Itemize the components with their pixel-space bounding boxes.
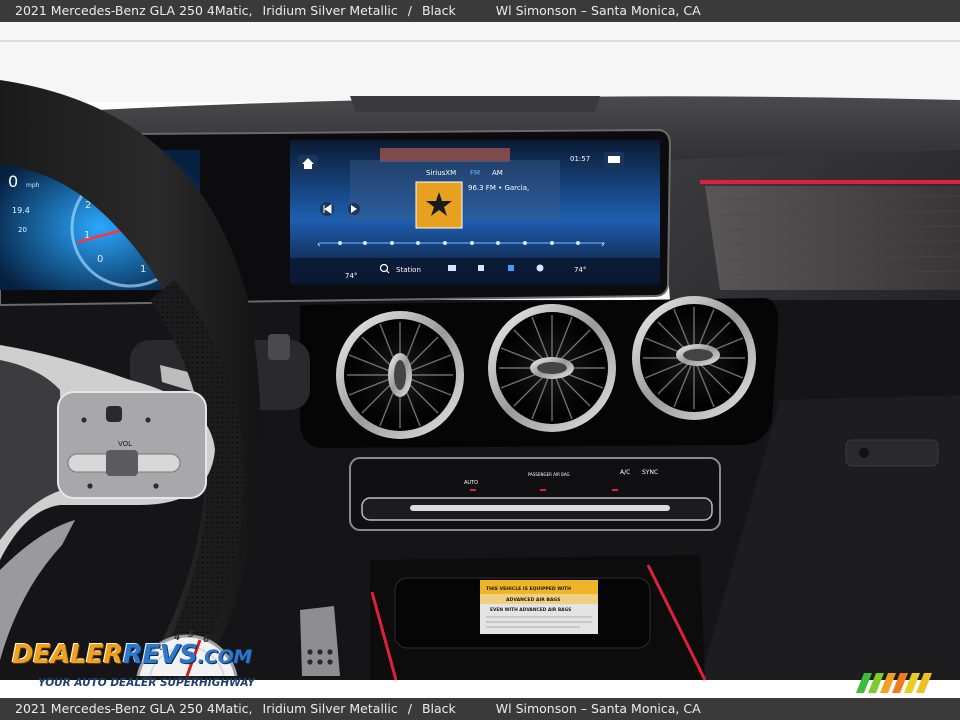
climate-control-panel[interactable]: [349, 457, 721, 531]
station-button[interactable]: Station: [396, 266, 421, 274]
sound-icon[interactable]: [478, 265, 484, 271]
caption-separator: /: [407, 3, 412, 18]
caption-color: Iridium Silver Metallic: [262, 3, 398, 18]
cluster-small-readout: 20: [18, 226, 27, 234]
caption-bar-bottom: 2021 Mercedes-Benz GLA 250 4Matic, Iridi…: [0, 698, 960, 720]
cluster-odometer: 19.4: [12, 206, 30, 215]
caption-separator-bottom: /: [407, 701, 412, 716]
car-interior-photo: 2 1 0 1 0 mph 19.4 20 ‹ › 01:57 SiriusXM…: [0, 22, 960, 681]
sync-button[interactable]: SYNC: [642, 469, 658, 476]
cluster-unit: mph: [26, 182, 40, 189]
airbag-label-line2: ADVANCED AIR BAGS: [506, 597, 560, 603]
caption-interior-bottom: Black: [421, 701, 456, 716]
home-icon[interactable]: [298, 155, 318, 171]
temp-left: 74°: [345, 272, 357, 280]
svg-text:›: ›: [601, 240, 605, 250]
caption-dealer: Wl Simonson – Santa Monica, CA: [495, 3, 701, 18]
caption-interior: Black: [421, 3, 456, 18]
climate-auto-label: AUTO: [464, 480, 478, 486]
accelerator-pedal: [300, 606, 340, 676]
stripe-logo-icon: [856, 673, 932, 693]
settings-icon[interactable]: [536, 264, 544, 272]
temp-right: 74°: [574, 266, 586, 274]
dealer-tagline: YOUR AUTO DEALER SUPERHIGHWAY: [38, 677, 255, 689]
ac-button[interactable]: A/C: [620, 469, 630, 476]
caption-bar-top: 2021 Mercedes-Benz GLA 250 4Matic, Iridi…: [0, 0, 960, 22]
air-vent-right[interactable]: [632, 296, 756, 420]
passenger-airbag-indicator: PASSENGER AIR BAG: [528, 472, 570, 477]
brand-part1: DEALER: [12, 640, 123, 670]
svg-text:1: 1: [140, 264, 146, 275]
cluster-speed: 0: [8, 172, 18, 191]
steering-vol-label: VOL: [118, 440, 132, 448]
airbag-label-line3: EVEN WITH ADVANCED AIR BAGS: [490, 607, 571, 613]
caption-model-bottom: 2021 Mercedes-Benz GLA 250 4Matic,: [15, 701, 253, 716]
screen-clock: 01:57: [570, 155, 590, 163]
skip-track-icon[interactable]: [348, 203, 360, 215]
air-vent-center[interactable]: [488, 304, 616, 432]
message-icon[interactable]: [604, 152, 624, 168]
brand-part3: .COM: [197, 646, 252, 668]
air-vent-left[interactable]: [336, 311, 464, 439]
caption-color-bottom: Iridium Silver Metallic: [262, 701, 398, 716]
nav-icon[interactable]: [508, 265, 514, 271]
band-fm-tab[interactable]: FM: [470, 169, 480, 177]
svg-text:5: 5: [188, 630, 194, 640]
svg-text:‹: ‹: [317, 240, 321, 250]
svg-text:0: 0: [97, 254, 103, 265]
screen-source: SiriusXM: [426, 169, 456, 177]
list-icon[interactable]: [448, 265, 456, 271]
caption-model: 2021 Mercedes-Benz GLA 250 4Matic,: [15, 3, 253, 18]
caption-dealer-bottom: Wl Simonson – Santa Monica, CA: [495, 701, 701, 716]
dealer-brand-text: DEALERREVS.COM: [12, 640, 252, 670]
station-text: 96.3 FM • Garcia,: [468, 184, 529, 192]
band-am-tab[interactable]: AM: [492, 169, 503, 177]
airbag-label-line1: THIS VEHICLE IS EQUIPPED WITH: [486, 586, 571, 592]
brand-part2: REVS: [122, 640, 198, 670]
previous-track-icon[interactable]: [320, 202, 334, 216]
dealer-watermark: 3456 DEALERREVS.COM YOUR AUTO DEALER SUP…: [12, 620, 264, 692]
